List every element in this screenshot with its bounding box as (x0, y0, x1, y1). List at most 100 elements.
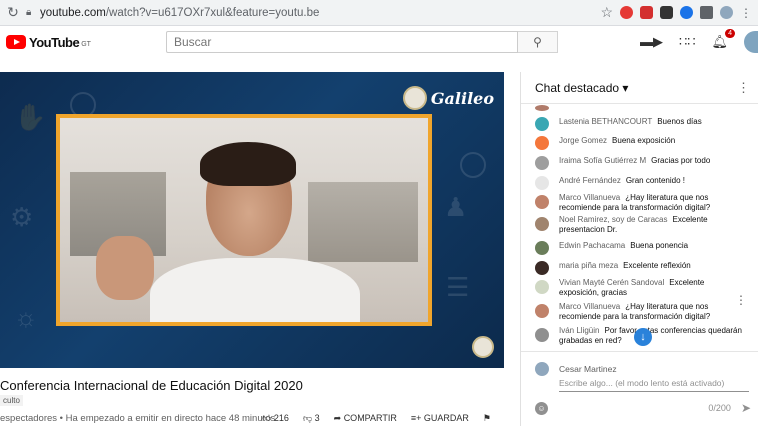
save-label: GUARDAR (423, 413, 469, 423)
search-input[interactable]: Buscar (166, 31, 518, 53)
chat-message[interactable]: Marco Villanueva ¿Hay literatura que nos … (535, 193, 745, 213)
avatar (535, 241, 549, 255)
notifications-bell-icon[interactable]: 🔔︎ 4 (711, 29, 735, 50)
chat-message[interactable]: Vivian Mayté Cerén Sandoval Excelente exp… (535, 278, 745, 298)
browser-toolbar: ↻ 🔒︎ youtube.com/watch?v=u617OXr7xul&fea… (0, 0, 758, 26)
extension-clapper-icon[interactable] (660, 6, 673, 19)
profile-avatar-icon[interactable] (720, 6, 733, 19)
avatar (535, 304, 549, 318)
chat-message[interactable]: Lastenia BETHANCOURT Buenos días (535, 117, 745, 131)
like-count: 216 (273, 413, 289, 423)
decor-lightbulb-icon: ☼ (14, 302, 38, 332)
chat-mode-label: Chat destacado (535, 80, 620, 95)
composer-username: Cesar Martinez (559, 364, 617, 374)
chat-message[interactable]: Marco Villanueva ¿Hay literatura que nos … (535, 302, 745, 322)
live-chat-panel: Chat destacado ▾ ⋮ Lastenia BETHANCOURT B… (520, 72, 758, 426)
message-author: Edwin Pachacama (559, 241, 626, 250)
message-author: Iván Lligüin (559, 326, 600, 335)
speaker-hair (200, 142, 296, 186)
chat-composer: Cesar Martinez Escribe algo... (el modo … (521, 351, 758, 426)
url-path: /watch?v=u617OXr7xul&feature=youtu.be (105, 6, 320, 19)
chat-input-placeholder: Escribe algo... (el modo lento está acti… (559, 378, 725, 388)
decor-people-icon: ♟ (444, 192, 468, 222)
chat-message[interactable]: Noel Ramirez, soy de Caracas Excelente pr… (535, 215, 745, 235)
extension-b-icon[interactable] (680, 6, 693, 19)
message-author: Noel Ramirez, soy de Caracas (559, 215, 668, 224)
galileo-seal-logo (402, 86, 427, 110)
address-bar[interactable]: youtube.com/watch?v=u617OXr7xul&feature=… (40, 7, 600, 19)
lock-icon[interactable]: 🔒︎ (26, 7, 40, 18)
dislike-count: 3 (314, 413, 320, 423)
corner-seal-logo (472, 336, 494, 358)
youtube-play-icon (6, 35, 26, 49)
reload-icon[interactable]: ↻ (0, 4, 26, 21)
extension-record-icon[interactable] (620, 6, 633, 19)
share-button[interactable]: ➦ COMPARTIR (334, 413, 397, 424)
search-icon: ⚲ (533, 35, 542, 49)
browser-menu-icon[interactable]: ⋮ (740, 6, 752, 20)
chat-message[interactable]: André Fernández Gran contenido ! (535, 176, 745, 190)
avatar (535, 117, 549, 131)
decor-document-icon: ☰ (446, 272, 470, 302)
thumbs-up-icon: 👍︎ (262, 413, 272, 423)
avatar (535, 176, 549, 190)
chat-more-icon[interactable]: ⋮ (737, 80, 750, 96)
message-author: Iraima Sofía Gutiérrez M (559, 156, 647, 165)
video-actions: 👍︎ 216 👎︎ 3 ➦ COMPARTIR ≡+ GUARDAR ⚑ (262, 413, 491, 424)
logo-text: YouTube (29, 34, 80, 50)
share-label: COMPARTIR (343, 413, 397, 423)
chat-input[interactable]: Escribe algo... (el modo lento está acti… (559, 378, 749, 392)
message-more-icon[interactable]: ⋮ (735, 293, 747, 307)
char-counter: 0/200 (708, 403, 731, 413)
extensions-puzzle-icon[interactable] (700, 6, 713, 19)
decor-circle-icon (460, 152, 486, 178)
url-host: youtube.com (40, 6, 106, 19)
bookmark-star-icon[interactable]: ☆ (600, 4, 613, 21)
avatar (535, 362, 549, 376)
channel-brand-overlay: Galileo (402, 86, 494, 110)
message-author: maria piña meza (559, 261, 619, 270)
report-flag-icon[interactable]: ⚑ (483, 413, 491, 424)
chat-message (535, 105, 745, 111)
arrow-down-icon: ↓ (640, 331, 646, 343)
background-picture (308, 182, 418, 262)
brand-name: Galileo (430, 88, 494, 108)
logo-country: GT (81, 40, 91, 48)
chat-message[interactable]: maria piña meza Excelente reflexión (535, 261, 745, 275)
share-arrow-icon: ➦ (333, 413, 342, 423)
chat-mode-dropdown[interactable]: Chat destacado ▾ (535, 81, 628, 95)
chat-messages: Lastenia BETHANCOURT Buenos días Jorge Go… (521, 105, 758, 351)
dislike-button[interactable]: 👎︎ 3 (303, 413, 320, 424)
video-player[interactable]: ✋ ⚙ ☼ ♟ ☰ Galileo (0, 72, 504, 368)
send-icon[interactable]: ➤ (741, 401, 751, 415)
avatar (535, 156, 549, 170)
chat-message[interactable]: Iraima Sofía Gutiérrez M Gracias por todo (535, 156, 745, 170)
speaker-video-frame (56, 114, 432, 326)
create-video-icon[interactable]: ▬▶ (640, 34, 663, 50)
avatar (535, 195, 549, 209)
caret-down-icon: ▾ (622, 80, 629, 95)
message-text: Buena exposición (612, 136, 676, 145)
extension-youtube-icon[interactable] (640, 6, 653, 19)
composer-user: Cesar Martinez (535, 362, 617, 376)
video-hashtag[interactable]: culto (0, 395, 23, 406)
message-text: Gran contenido ! (625, 176, 685, 185)
emoji-icon[interactable]: ☺ (535, 401, 548, 415)
account-avatar[interactable] (744, 31, 758, 53)
search-button[interactable]: ⚲ (518, 31, 558, 53)
video-meta: espectadores • Ha empezado a emitir en d… (0, 413, 276, 424)
chat-header: Chat destacado ▾ ⋮ (521, 72, 758, 104)
message-text: Buenos días (657, 117, 702, 126)
youtube-logo[interactable]: YouTube GT (6, 35, 156, 50)
speaker-hand (96, 236, 154, 300)
avatar (535, 280, 549, 294)
chat-message[interactable]: Jorge Gomez Buena exposición (535, 136, 745, 150)
chat-message[interactable]: Edwin Pachacama Buena ponencia (535, 241, 745, 255)
message-author: Vivian Mayté Cerén Sandoval (559, 278, 665, 287)
avatar (535, 217, 549, 231)
like-button[interactable]: 👍︎ 216 (262, 413, 289, 424)
youtube-header: YouTube GT Buscar ⚲ ▬▶ ∷∷ 🔔︎ 4 (0, 26, 758, 58)
save-button[interactable]: ≡+ GUARDAR (411, 413, 469, 424)
scroll-to-bottom-button[interactable]: ↓ (634, 328, 652, 346)
apps-grid-icon[interactable]: ∷∷ (679, 34, 696, 50)
